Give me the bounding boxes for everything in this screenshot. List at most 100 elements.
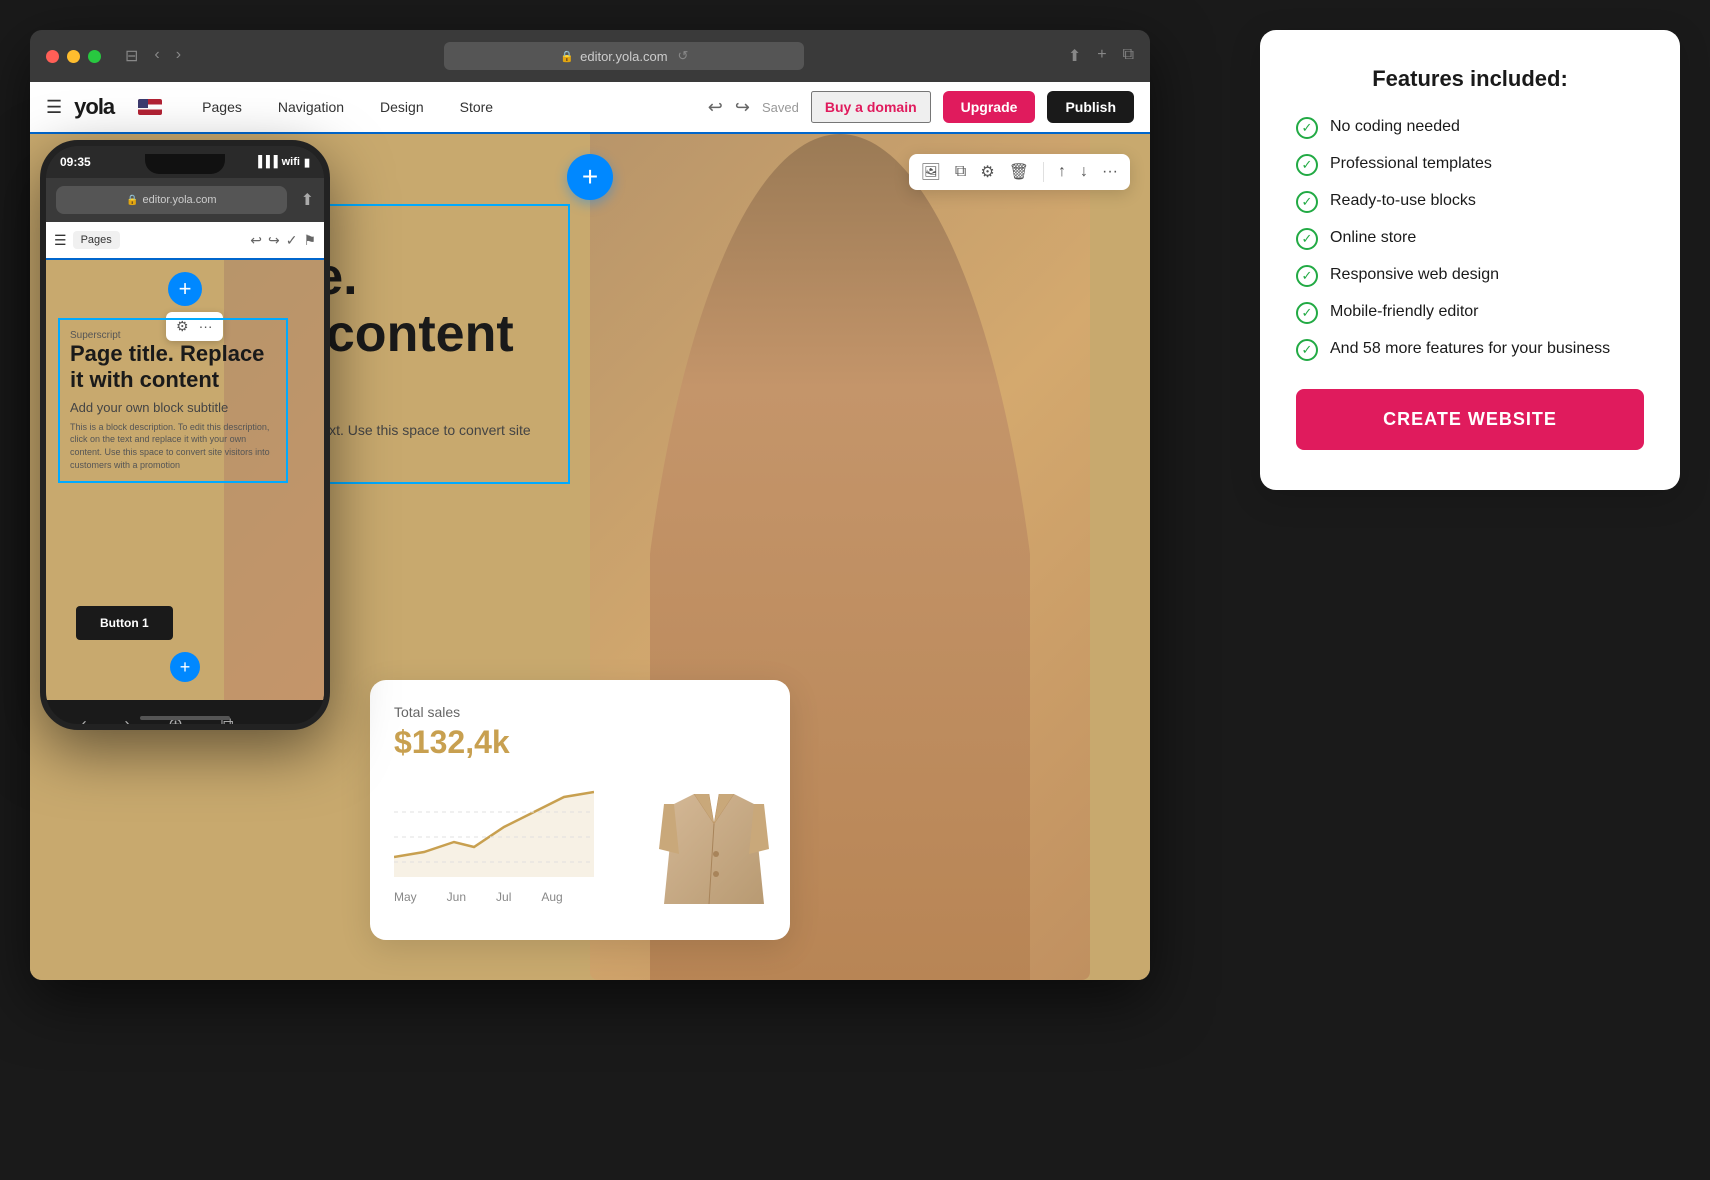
- phone-add-section-button[interactable]: +: [168, 272, 202, 306]
- list-item: ✓ Mobile-friendly editor: [1296, 301, 1644, 324]
- phone-superscript: Superscript: [70, 330, 276, 341]
- yola-toolbar: ☰ yola Pages Navigation Design Store ↩ ↪…: [30, 82, 1150, 134]
- list-item: ✓ Professional templates: [1296, 153, 1644, 176]
- nav-forward-icon[interactable]: ›: [176, 46, 181, 66]
- month-jul: Jul: [496, 890, 511, 904]
- month-may: May: [394, 890, 417, 904]
- close-button[interactable]: [46, 50, 59, 63]
- phone-screen: 09:35 ▐▐▐ wifi ▮ 🔒 editor.yola.com ⬆ ☰ P…: [46, 146, 324, 724]
- phone-url-text: editor.yola.com: [143, 194, 217, 206]
- phone-flag-icon[interactable]: ⚑: [303, 232, 316, 249]
- create-website-button[interactable]: CREATE WEBSITE: [1296, 389, 1644, 450]
- phone-description[interactable]: This is a block description. To edit thi…: [70, 421, 276, 471]
- nav-store[interactable]: Store: [444, 93, 509, 121]
- phone-redo-icon[interactable]: ↪: [268, 232, 280, 249]
- more-options-icon[interactable]: ···: [1102, 163, 1118, 181]
- check-icon-6: ✓: [1296, 339, 1318, 361]
- battery-icon: ▮: [304, 156, 310, 169]
- toolbar-separator: [1043, 162, 1044, 182]
- browser-actions: ⬆ + ⧉: [1068, 46, 1134, 66]
- upgrade-button[interactable]: Upgrade: [943, 91, 1036, 123]
- check-icon-5: ✓: [1296, 302, 1318, 324]
- check-icon-1: ✓: [1296, 154, 1318, 176]
- check-icon-0: ✓: [1296, 117, 1318, 139]
- check-icon-2: ✓: [1296, 191, 1318, 213]
- list-item: ✓ No coding needed: [1296, 116, 1644, 139]
- phone-hamburger[interactable]: ☰: [54, 232, 67, 249]
- language-flag[interactable]: [138, 99, 162, 115]
- yola-logo: yola: [74, 94, 114, 120]
- nav-design[interactable]: Design: [364, 93, 440, 121]
- settings-gear-icon[interactable]: ⚙: [980, 162, 994, 182]
- sidebar-icon[interactable]: ⊟: [125, 46, 138, 66]
- features-card: Features included: ✓ No coding needed ✓ …: [1260, 30, 1680, 490]
- phone-time: 09:35: [60, 155, 91, 169]
- sales-chart: [394, 777, 594, 877]
- move-up-icon[interactable]: ↑: [1058, 163, 1066, 181]
- new-tab-icon[interactable]: +: [1097, 46, 1106, 66]
- nav-navigation[interactable]: Navigation: [262, 93, 360, 121]
- phone-url-bar[interactable]: 🔒 editor.yola.com: [56, 186, 287, 214]
- sales-label: Total sales: [394, 704, 766, 720]
- product-image: [654, 764, 774, 924]
- tabs-icon[interactable]: ⧉: [1123, 46, 1134, 66]
- share-icon[interactable]: ⬆: [1068, 46, 1081, 66]
- hamburger-menu[interactable]: ☰: [46, 97, 62, 118]
- phone-mockup: 09:35 ▐▐▐ wifi ▮ 🔒 editor.yola.com ⬆ ☰ P…: [40, 140, 330, 730]
- maximize-button[interactable]: [88, 50, 101, 63]
- add-section-button[interactable]: +: [567, 154, 613, 200]
- nav-pages[interactable]: Pages: [186, 93, 258, 121]
- feature-2: Ready-to-use blocks: [1330, 190, 1476, 212]
- list-item: ✓ Ready-to-use blocks: [1296, 190, 1644, 213]
- feature-0: No coding needed: [1330, 116, 1460, 138]
- url-text: editor.yola.com: [580, 49, 667, 64]
- phone-bottom-bar: ‹ › ⊕ ⧉ ···: [46, 700, 324, 724]
- nav-back-icon[interactable]: ‹: [154, 46, 159, 66]
- undo-button[interactable]: ↩: [708, 97, 723, 118]
- phone-share-button[interactable]: ···: [271, 714, 289, 725]
- feature-4: Responsive web design: [1330, 264, 1499, 286]
- sales-amount: $132,4k: [394, 724, 766, 761]
- phone-browser-bar: 🔒 editor.yola.com ⬆: [46, 178, 324, 222]
- wifi-icon: wifi: [282, 156, 300, 169]
- sales-card: Total sales $132,4k May Jun Jul Aug: [370, 680, 790, 940]
- minimize-button[interactable]: [67, 50, 80, 63]
- duplicate-icon[interactable]: ⧉: [955, 163, 966, 181]
- redo-button[interactable]: ↪: [735, 97, 750, 118]
- move-down-icon[interactable]: ↓: [1080, 163, 1088, 181]
- check-icon-3: ✓: [1296, 228, 1318, 250]
- lock-icon: 🔒: [560, 50, 574, 63]
- phone-pages-button[interactable]: Pages: [73, 231, 120, 249]
- url-bar[interactable]: 🔒 editor.yola.com ↺: [444, 42, 804, 70]
- phone-undo-icon[interactable]: ↩: [250, 232, 262, 249]
- refresh-icon[interactable]: ↺: [678, 48, 689, 64]
- phone-notch: [145, 154, 225, 174]
- phone-back-button[interactable]: ‹: [81, 714, 87, 725]
- browser-titlebar: ⊟ ‹ › 🔒 editor.yola.com ↺ ⬆ + ⧉: [30, 30, 1150, 82]
- jacket-svg: [654, 764, 774, 924]
- phone-page-title[interactable]: Page title. Replace it with content: [70, 341, 276, 394]
- phone-canvas: + ⚙ ··· Superscript Page title. Replace …: [46, 260, 324, 700]
- plus-icon: +: [582, 161, 598, 193]
- block-toolbar: 🖼 ⧉ ⚙ 🗑 ↑ ↓ ···: [909, 154, 1130, 190]
- phone-forward-button[interactable]: ›: [124, 714, 130, 725]
- phone-check-icon[interactable]: ✓: [286, 232, 298, 249]
- phone-add-bottom-button[interactable]: +: [170, 652, 200, 682]
- publish-button[interactable]: Publish: [1047, 91, 1134, 123]
- phone-yola-toolbar: ☰ Pages ↩ ↪ ✓ ⚑: [46, 222, 324, 260]
- image-icon[interactable]: 🖼: [921, 162, 941, 182]
- feature-3: Online store: [1330, 227, 1416, 249]
- phone-toolbar-icons: ↩ ↪ ✓ ⚑: [250, 232, 316, 249]
- month-aug: Aug: [541, 890, 562, 904]
- phone-cta-button[interactable]: Button 1: [76, 606, 173, 640]
- feature-6: And 58 more features for your business: [1330, 338, 1610, 360]
- delete-icon[interactable]: 🗑: [1009, 162, 1029, 182]
- phone-share-icon[interactable]: ⬆: [301, 190, 314, 210]
- features-title: Features included:: [1296, 66, 1644, 92]
- feature-1: Professional templates: [1330, 153, 1492, 175]
- phone-subtitle[interactable]: Add your own block subtitle: [70, 400, 276, 415]
- toolbar-right: ↩ ↪ Saved Buy a domain Upgrade Publish: [708, 91, 1134, 123]
- buy-domain-button[interactable]: Buy a domain: [811, 91, 931, 123]
- feature-5: Mobile-friendly editor: [1330, 301, 1479, 323]
- signal-icon: ▐▐▐: [254, 156, 277, 169]
